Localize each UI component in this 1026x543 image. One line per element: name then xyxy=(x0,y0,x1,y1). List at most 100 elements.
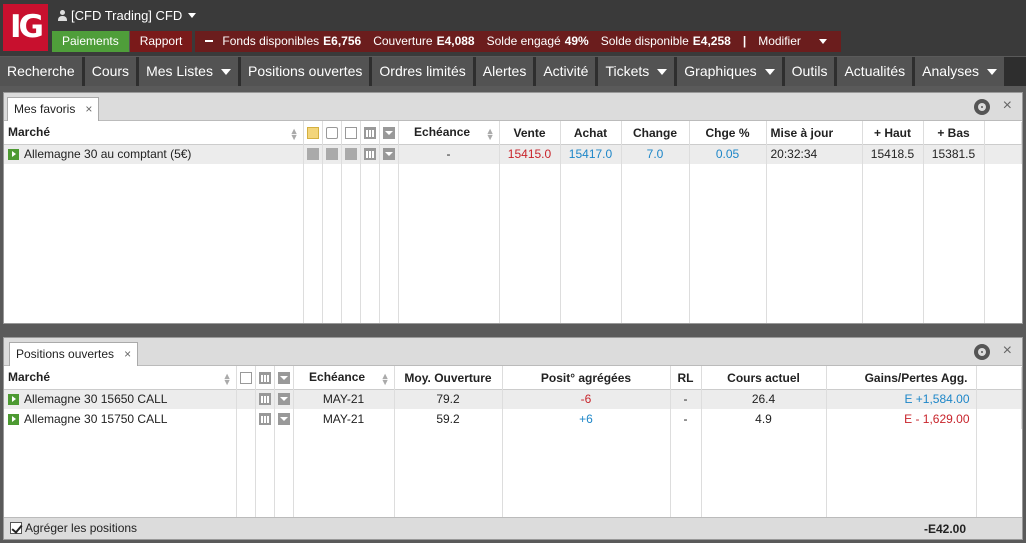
play-icon[interactable] xyxy=(8,414,19,425)
col-change-pct[interactable]: Chge % xyxy=(689,122,767,145)
cell-buy[interactable]: 15417.0 xyxy=(560,144,622,164)
nav-mes-listes[interactable]: Mes Listes xyxy=(139,57,238,86)
checkbox-checked-icon[interactable] xyxy=(10,522,22,534)
cell-spacer xyxy=(976,409,1022,429)
account-selector[interactable]: [CFD Trading] CFD xyxy=(58,8,197,23)
document-icon xyxy=(344,126,357,139)
nav-analyses[interactable]: Analyses xyxy=(915,57,1004,86)
col-updated[interactable]: Mise à jour xyxy=(766,122,863,145)
dropdown-icon[interactable] xyxy=(277,413,290,425)
col-market[interactable]: Marché ▲ ▼ xyxy=(4,367,237,390)
funds-summary[interactable]: Fonds disponibles E6,756 Couverture E4,088… xyxy=(195,31,841,52)
nav-ordres-limites[interactable]: Ordres limités xyxy=(372,57,473,86)
tab-mes-favoris[interactable]: Mes favoris × xyxy=(7,97,100,121)
col-refresh[interactable] xyxy=(322,122,342,145)
col-avg-open[interactable]: Moy. Ouverture xyxy=(394,367,503,390)
cell-menu[interactable] xyxy=(274,409,294,429)
nav-positions-ouvertes[interactable]: Positions ouvertes xyxy=(240,57,370,86)
col-expiry[interactable]: Echéance ▲ ▼ xyxy=(398,122,500,145)
report-button[interactable]: Rapport xyxy=(128,31,193,52)
dropdown-icon[interactable] xyxy=(382,148,395,161)
positions-panel: Positions ouvertes × × Marché ▲ ▼ Echéance… xyxy=(3,337,1023,540)
cell-current: 4.9 xyxy=(701,409,827,429)
market-name: Allemagne 30 au comptant (5€) xyxy=(24,147,192,162)
chevron-down-icon[interactable] xyxy=(818,39,827,44)
sort-icon[interactable]: ▲ ▼ xyxy=(223,372,232,387)
cell-spacer xyxy=(984,144,1022,164)
payments-button[interactable]: Paiements xyxy=(52,31,129,52)
account-label: [CFD Trading] CFD xyxy=(71,8,183,23)
cell-menu[interactable] xyxy=(379,144,399,164)
col-low[interactable]: + Bas xyxy=(923,122,985,145)
cell-alert[interactable] xyxy=(303,144,323,164)
cell-market[interactable]: Allemagne 30 15650 CALL xyxy=(4,389,237,409)
collapse-icon[interactable] xyxy=(205,40,214,42)
cell-chart[interactable] xyxy=(255,409,275,429)
play-icon[interactable] xyxy=(8,394,19,406)
account-bar: Paiements Rapport Fonds disponibles E6,75… xyxy=(52,31,841,52)
col-chart[interactable] xyxy=(360,122,380,145)
col-expiry[interactable]: Echéance ▲ ▼ xyxy=(293,367,395,390)
col-chart[interactable] xyxy=(255,367,275,390)
chart-icon[interactable] xyxy=(363,148,376,161)
table-row[interactable]: Allemagne 30 au comptant (5€) - 15415.0 … xyxy=(4,144,1022,164)
col-info[interactable] xyxy=(236,367,256,390)
col-high[interactable]: + Haut xyxy=(862,122,924,145)
close-panel-icon[interactable]: × xyxy=(1003,97,1012,115)
col-menu[interactable] xyxy=(379,122,399,145)
tab-label: Positions ouvertes xyxy=(16,347,115,361)
bulb-icon[interactable] xyxy=(306,148,319,161)
col-info[interactable] xyxy=(341,122,361,145)
tab-positions-ouvertes[interactable]: Positions ouvertes × xyxy=(9,342,139,366)
chart-icon[interactable] xyxy=(258,393,271,406)
table-row[interactable]: Allemagne 30 15650 CALL MAY-21 79.2 -6 -… xyxy=(4,389,1022,409)
cell-rl: - xyxy=(670,389,702,409)
close-tab-icon[interactable]: × xyxy=(124,343,131,366)
cell-market[interactable]: Allemagne 30 15750 CALL xyxy=(4,409,237,429)
play-icon[interactable] xyxy=(8,149,19,161)
dropdown-icon[interactable] xyxy=(277,393,290,406)
cell-chart[interactable] xyxy=(255,389,275,409)
cell-menu[interactable] xyxy=(274,389,294,409)
col-pl[interactable]: Gains/Pertes Agg. xyxy=(826,367,977,390)
cell-market[interactable]: Allemagne 30 au comptant (5€) xyxy=(4,144,304,164)
document-icon[interactable] xyxy=(344,148,357,161)
col-sell[interactable]: Vente xyxy=(499,122,561,145)
gear-icon[interactable] xyxy=(974,344,990,360)
sort-icon[interactable]: ▲ ▼ xyxy=(290,127,299,142)
nav-activite[interactable]: Activité xyxy=(536,57,596,86)
col-market[interactable]: Marché ▲ ▼ xyxy=(4,122,304,145)
nav-label: Recherche xyxy=(7,63,75,79)
user-icon xyxy=(58,10,67,21)
nav-label: Mes Listes xyxy=(146,63,213,79)
engaged-value: 49% xyxy=(564,34,589,48)
gear-icon[interactable] xyxy=(974,99,990,115)
col-alert[interactable] xyxy=(303,122,323,145)
close-panel-icon[interactable]: × xyxy=(1003,342,1012,360)
nav-outils[interactable]: Outils xyxy=(784,57,835,86)
col-rl[interactable]: RL xyxy=(670,367,702,390)
col-buy[interactable]: Achat xyxy=(560,122,622,145)
sort-icon[interactable]: ▲ ▼ xyxy=(486,127,495,142)
nav-cours[interactable]: Cours xyxy=(84,57,137,86)
sort-icon[interactable]: ▲ ▼ xyxy=(381,372,390,387)
cell-chart[interactable] xyxy=(360,144,380,164)
col-aggregated[interactable]: Posit° agrégées xyxy=(502,367,671,390)
table-row[interactable]: Allemagne 30 15750 CALL MAY-21 59.2 +6 -… xyxy=(4,409,1022,429)
col-change[interactable]: Change xyxy=(621,122,690,145)
cell-info[interactable] xyxy=(341,144,361,164)
cell-sell[interactable]: 15415.0 xyxy=(499,144,561,164)
nav-alertes[interactable]: Alertes xyxy=(475,57,534,86)
cell-refresh[interactable] xyxy=(322,144,342,164)
nav-recherche[interactable]: Recherche xyxy=(0,57,82,86)
col-current[interactable]: Cours actuel xyxy=(701,367,827,390)
nav-tickets[interactable]: Tickets xyxy=(598,57,675,86)
nav-actualites[interactable]: Actualités xyxy=(837,57,913,86)
modify-link[interactable]: Modifier xyxy=(758,31,801,52)
refresh-icon[interactable] xyxy=(325,148,338,161)
col-menu[interactable] xyxy=(274,367,294,390)
close-tab-icon[interactable]: × xyxy=(85,98,92,121)
aggregate-checkbox[interactable]: Agréger les positions xyxy=(10,521,137,535)
nav-graphiques[interactable]: Graphiques xyxy=(677,57,782,86)
chart-icon[interactable] xyxy=(258,413,271,425)
